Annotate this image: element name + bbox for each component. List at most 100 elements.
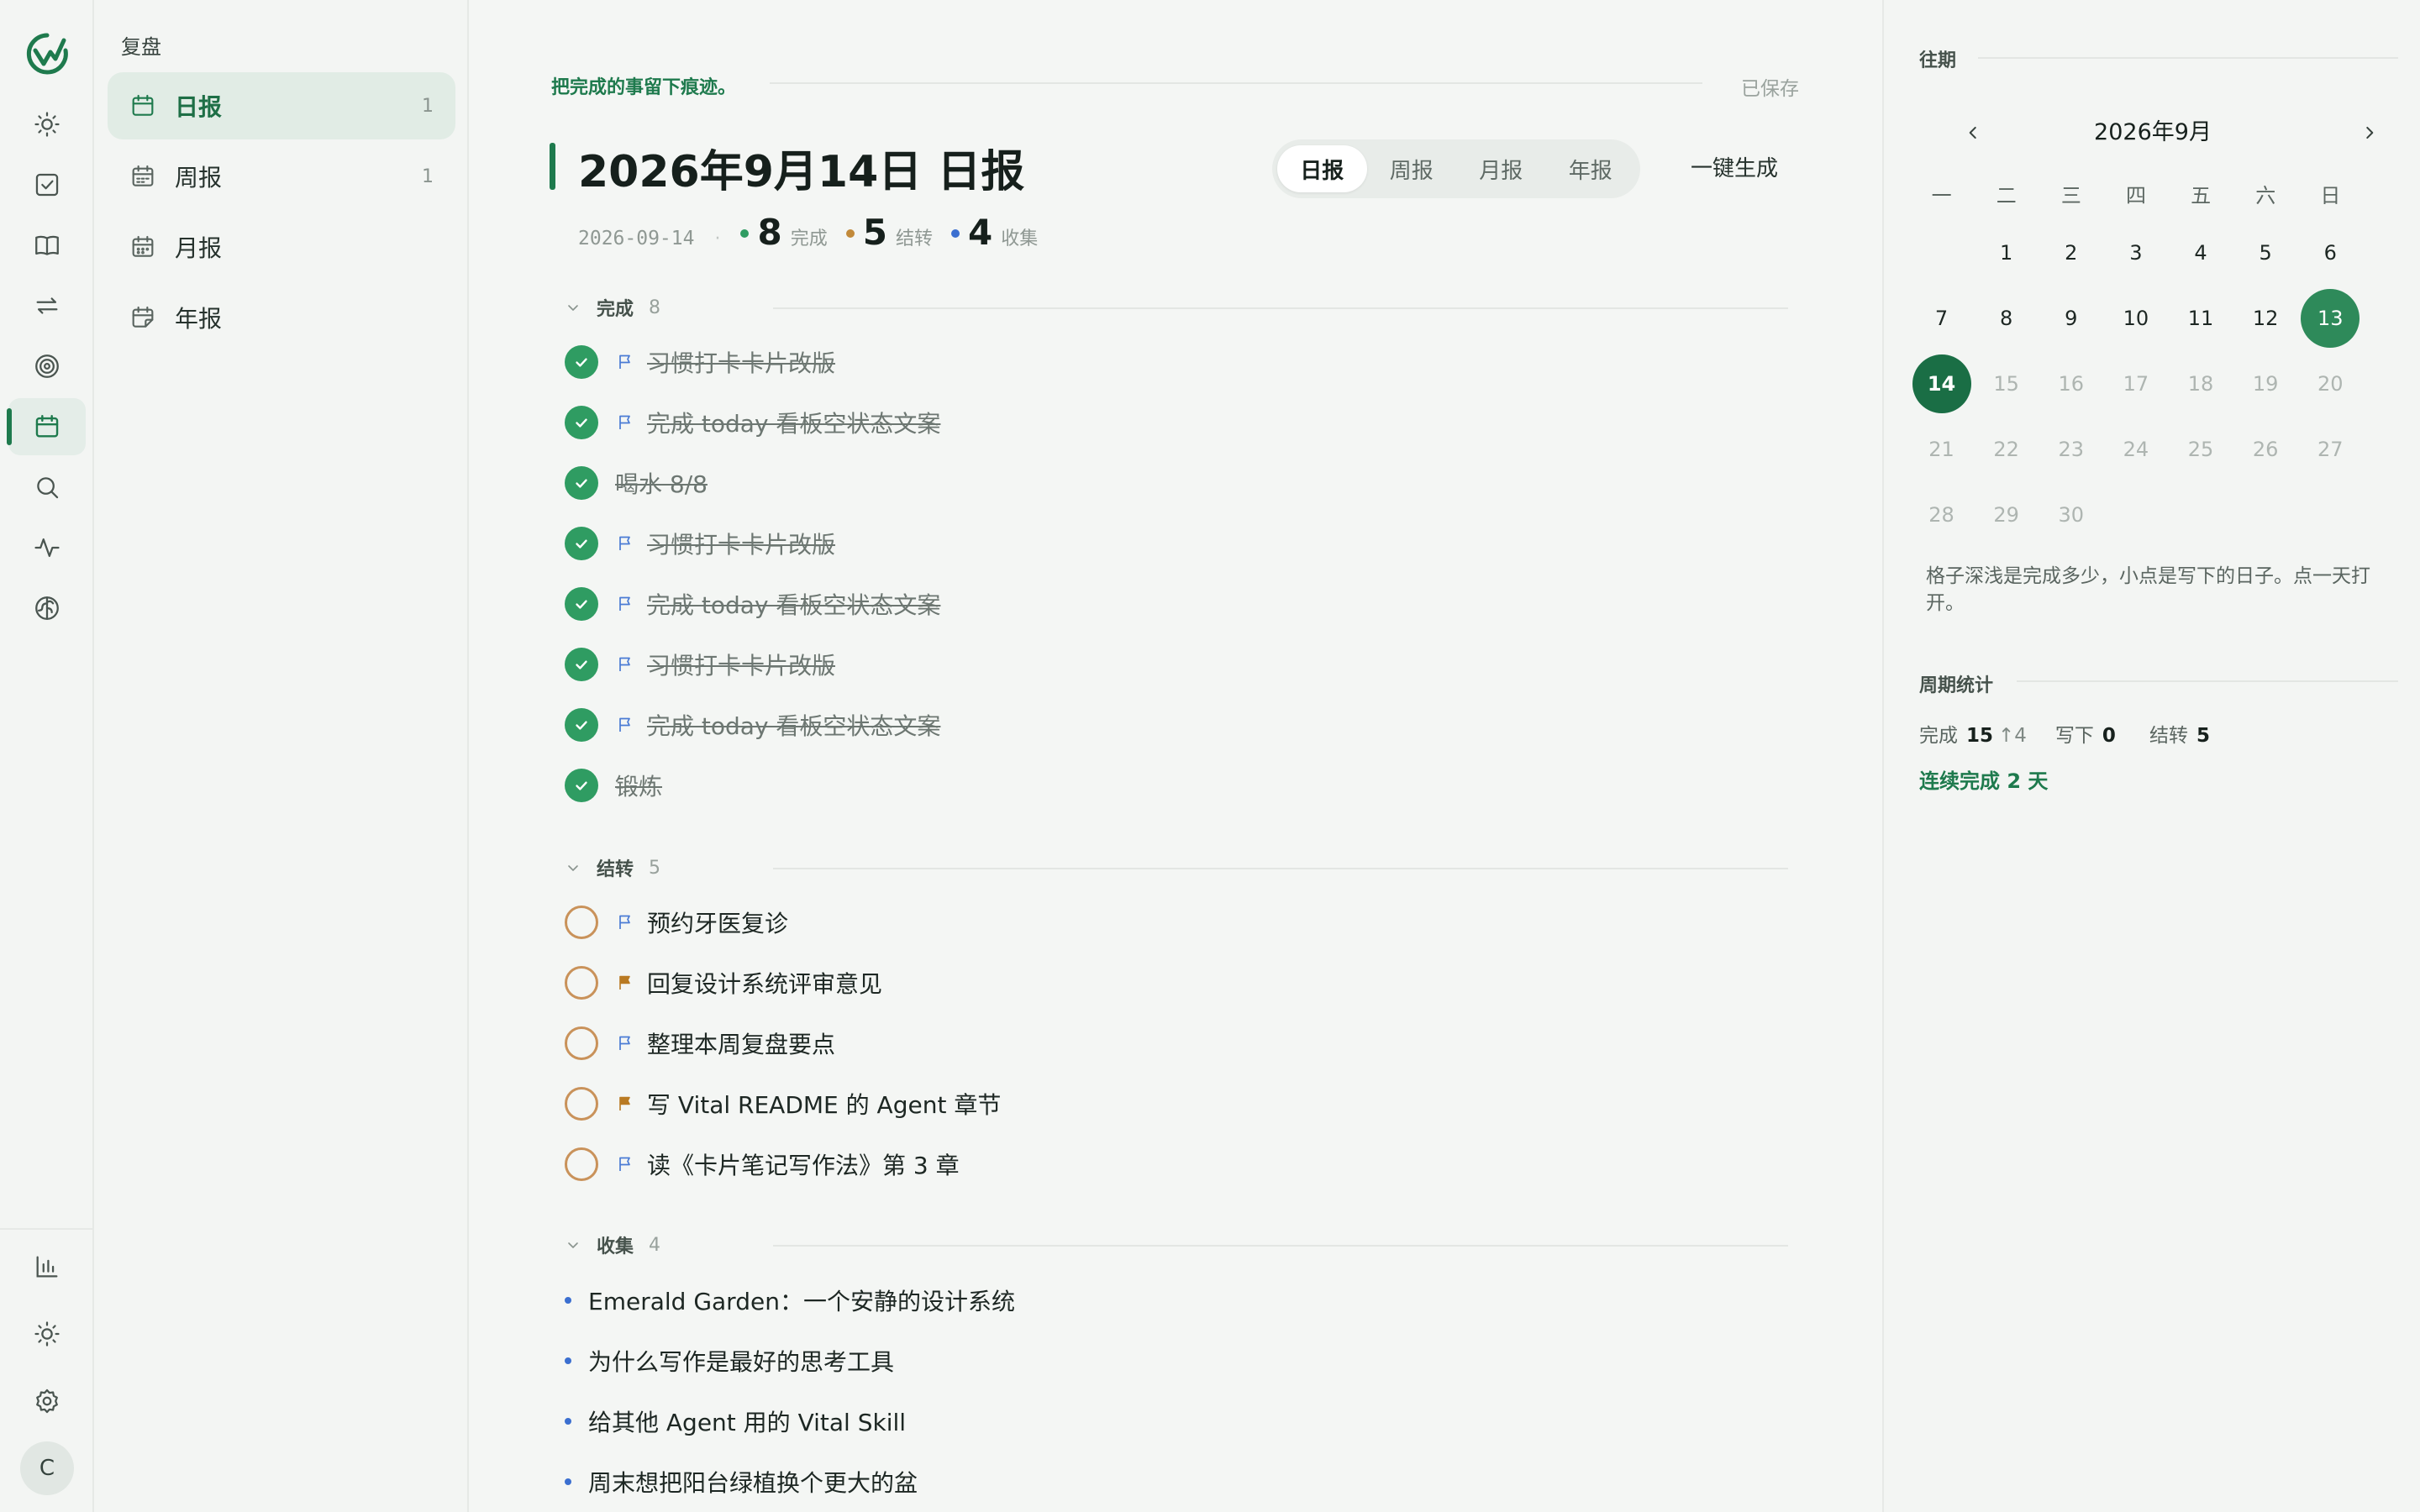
calendar-day[interactable]: 2 bbox=[2039, 223, 2103, 282]
collect-item[interactable]: 周末想把阳台绿植换个更大的盆 bbox=[565, 1462, 918, 1501]
task-checkbox-checked[interactable] bbox=[565, 345, 598, 379]
task-text[interactable]: 读《卡片笔记写作法》第 3 章 bbox=[647, 1147, 960, 1181]
calendar-day[interactable]: 8 bbox=[1974, 289, 2039, 348]
calendar-day[interactable]: 3 bbox=[2103, 223, 2168, 282]
group-header-collect[interactable]: 收集 4 bbox=[565, 1230, 660, 1260]
calendar-day[interactable]: 20 bbox=[2298, 354, 2363, 413]
calendar-day[interactable]: 16 bbox=[2039, 354, 2103, 413]
task-checkbox[interactable] bbox=[565, 1026, 598, 1060]
carry-task-row[interactable]: 读《卡片笔记写作法》第 3 章 bbox=[565, 1145, 960, 1184]
done-task-row[interactable]: 锻炼 bbox=[565, 766, 662, 805]
task-text[interactable]: 喝水 8/8 bbox=[615, 466, 708, 500]
goals-icon[interactable] bbox=[8, 338, 86, 395]
settings-icon[interactable] bbox=[8, 1373, 86, 1430]
calendar-day[interactable]: 1 bbox=[1974, 223, 2039, 282]
tab-yearly[interactable]: 年报 bbox=[1546, 145, 1636, 192]
done-task-row[interactable]: 习惯打卡卡片改版 bbox=[565, 524, 835, 563]
group-header-done[interactable]: 完成 8 bbox=[565, 292, 660, 323]
task-text[interactable]: 锻炼 bbox=[615, 769, 662, 802]
collect-item[interactable]: 给其他 Agent 用的 Vital Skill bbox=[565, 1402, 906, 1441]
calendar-day[interactable]: 23 bbox=[2039, 420, 2103, 479]
task-text[interactable]: 回复设计系统评审意见 bbox=[647, 966, 882, 1000]
done-task-row[interactable]: 完成 today 看板空状态文案 bbox=[565, 403, 940, 442]
calendar-day[interactable]: 27 bbox=[2298, 420, 2363, 479]
collect-item-text[interactable]: 周末想把阳台绿植换个更大的盆 bbox=[588, 1465, 918, 1499]
task-text[interactable]: 完成 today 看板空状态文案 bbox=[647, 587, 940, 621]
nav-item-weekly[interactable]: 周报 1 bbox=[108, 143, 455, 210]
collect-item[interactable]: 为什么写作是最好的思考工具 bbox=[565, 1341, 894, 1380]
done-task-row[interactable]: 习惯打卡卡片改版 bbox=[565, 645, 835, 684]
task-checkbox-checked[interactable] bbox=[565, 406, 598, 439]
collect-item[interactable]: Emerald Garden：一个安静的设计系统 bbox=[565, 1281, 1015, 1320]
prev-month-button[interactable] bbox=[1953, 113, 1993, 153]
task-text[interactable]: 习惯打卡卡片改版 bbox=[647, 648, 835, 681]
task-checkbox-checked[interactable] bbox=[565, 769, 598, 802]
brain-icon[interactable] bbox=[8, 580, 86, 637]
nav-item-daily[interactable]: 日报 1 bbox=[108, 72, 455, 139]
theme-icon[interactable] bbox=[8, 1305, 86, 1362]
today-icon[interactable] bbox=[8, 96, 86, 153]
calendar-day[interactable]: 6 bbox=[2298, 223, 2363, 282]
calendar-day[interactable]: 4 bbox=[2169, 223, 2233, 282]
task-checkbox-checked[interactable] bbox=[565, 708, 598, 742]
collect-item-text[interactable]: 给其他 Agent 用的 Vital Skill bbox=[588, 1404, 906, 1438]
calendar-day[interactable]: 17 bbox=[2103, 354, 2168, 413]
flag-icon[interactable] bbox=[615, 912, 635, 932]
calendar-day[interactable]: 21 bbox=[1909, 420, 1974, 479]
review-icon[interactable] bbox=[7, 398, 86, 455]
task-checkbox-checked[interactable] bbox=[565, 648, 598, 681]
task-checkbox[interactable] bbox=[565, 966, 598, 1000]
calendar-day[interactable]: 10 bbox=[2103, 289, 2168, 348]
task-checkbox-checked[interactable] bbox=[565, 587, 598, 621]
calendar-day[interactable]: 29 bbox=[1974, 486, 2039, 544]
calendar-day[interactable]: 9 bbox=[2039, 289, 2103, 348]
calendar-day[interactable]: 19 bbox=[2233, 354, 2298, 413]
done-task-row[interactable]: 习惯打卡卡片改版 bbox=[565, 343, 835, 381]
calendar-day[interactable]: 14 bbox=[1909, 354, 1974, 413]
task-checkbox[interactable] bbox=[565, 906, 598, 939]
flag-filled-icon[interactable] bbox=[615, 973, 635, 993]
tab-weekly[interactable]: 周报 bbox=[1367, 145, 1457, 192]
calendar-day[interactable]: 18 bbox=[2169, 354, 2233, 413]
collect-item-text[interactable]: Emerald Garden：一个安静的设计系统 bbox=[588, 1284, 1015, 1317]
carry-task-row[interactable]: 回复设计系统评审意见 bbox=[565, 963, 882, 1002]
task-text[interactable]: 完成 today 看板空状态文案 bbox=[647, 406, 940, 439]
tasks-icon[interactable] bbox=[8, 156, 86, 213]
calendar-day[interactable]: 5 bbox=[2233, 223, 2298, 282]
calendar-day[interactable]: 7 bbox=[1909, 289, 1974, 348]
task-text[interactable]: 完成 today 看板空状态文案 bbox=[647, 708, 940, 742]
notes-icon[interactable] bbox=[8, 217, 86, 274]
calendar-day[interactable]: 24 bbox=[2103, 420, 2168, 479]
task-text[interactable]: 习惯打卡卡片改版 bbox=[647, 345, 835, 379]
calendar-day[interactable]: 11 bbox=[2169, 289, 2233, 348]
flag-icon[interactable] bbox=[615, 1154, 635, 1174]
next-month-button[interactable] bbox=[2349, 113, 2390, 153]
calendar-day[interactable]: 26 bbox=[2233, 420, 2298, 479]
group-header-carry[interactable]: 结转 5 bbox=[565, 853, 660, 883]
flag-icon[interactable] bbox=[615, 654, 635, 675]
app-logo-icon[interactable] bbox=[24, 30, 71, 77]
avatar[interactable]: C bbox=[20, 1441, 74, 1495]
collect-item-text[interactable]: 为什么写作是最好的思考工具 bbox=[588, 1344, 894, 1378]
nav-item-yearly[interactable]: 年报 bbox=[108, 284, 455, 351]
flag-icon[interactable] bbox=[615, 594, 635, 614]
task-checkbox[interactable] bbox=[565, 1147, 598, 1181]
search-icon[interactable] bbox=[8, 459, 86, 516]
task-text[interactable]: 整理本周复盘要点 bbox=[647, 1026, 835, 1060]
flag-icon[interactable] bbox=[615, 1033, 635, 1053]
carry-task-row[interactable]: 写 Vital README 的 Agent 章节 bbox=[565, 1084, 1001, 1123]
task-checkbox-checked[interactable] bbox=[565, 527, 598, 560]
tab-daily[interactable]: 日报 bbox=[1277, 145, 1367, 192]
calendar-day[interactable]: 28 bbox=[1909, 486, 1974, 544]
task-text[interactable]: 预约牙医复诊 bbox=[647, 906, 788, 939]
carry-task-row[interactable]: 预约牙医复诊 bbox=[565, 903, 788, 942]
done-task-row[interactable]: 完成 today 看板空状态文案 bbox=[565, 585, 940, 623]
stats-icon[interactable] bbox=[8, 1238, 86, 1295]
calendar-day[interactable]: 13 bbox=[2298, 289, 2363, 348]
done-task-row[interactable]: 完成 today 看板空状态文案 bbox=[565, 706, 940, 744]
calendar-day[interactable]: 25 bbox=[2169, 420, 2233, 479]
task-text[interactable]: 习惯打卡卡片改版 bbox=[647, 527, 835, 560]
task-checkbox[interactable] bbox=[565, 1087, 598, 1121]
task-checkbox-checked[interactable] bbox=[565, 466, 598, 500]
carry-task-row[interactable]: 整理本周复盘要点 bbox=[565, 1024, 835, 1063]
